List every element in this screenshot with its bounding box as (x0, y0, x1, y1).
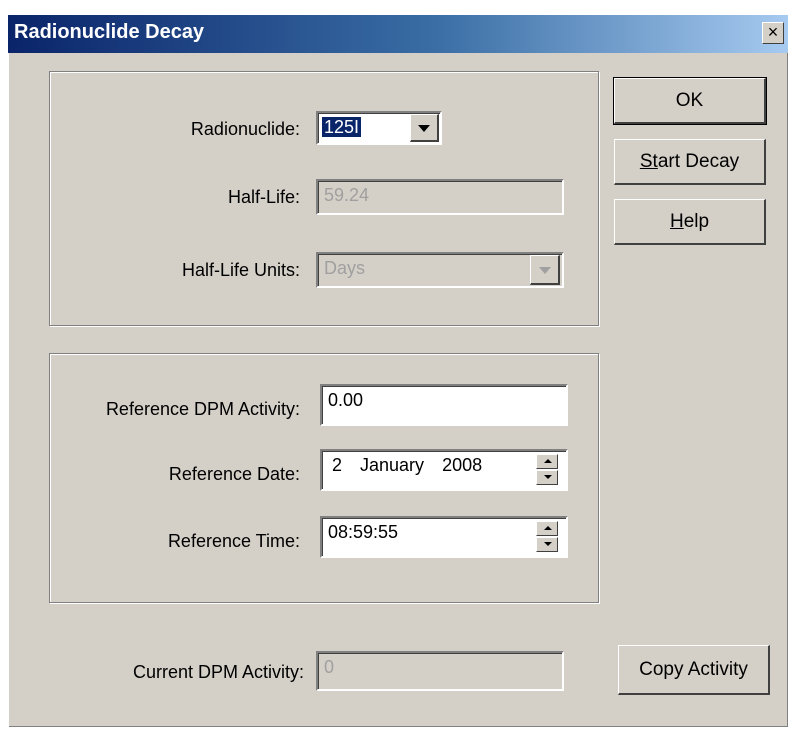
reference-date-year[interactable]: 2008 (442, 455, 482, 475)
half-life-field: 59.24 (316, 179, 564, 215)
reference-activity-label: Reference DPM Activity: (105, 399, 300, 419)
chevron-down-icon (538, 266, 551, 274)
start-decay-button[interactable]: Start Decay (614, 139, 766, 185)
spin-up-icon[interactable] (536, 454, 558, 469)
help-button[interactable]: Help (614, 199, 766, 245)
reference-time-input[interactable]: 08:59:55 (320, 516, 568, 558)
radionuclide-label: Radionuclide: (190, 119, 300, 139)
half-life-label: Half-Life: (227, 187, 300, 207)
reference-date-label: Reference Date: (168, 464, 300, 484)
dialog-title: Radionuclide Decay (14, 21, 205, 43)
spin-down-icon[interactable] (536, 470, 558, 485)
reference-date-day[interactable]: 2 (332, 455, 342, 476)
ok-button[interactable]: OK (613, 77, 767, 125)
copy-activity-button[interactable]: Copy Activity (618, 645, 770, 695)
reference-time-label: Reference Time: (167, 531, 300, 551)
spin-down-icon[interactable] (536, 537, 558, 552)
spin-up-icon[interactable] (536, 521, 558, 536)
reference-time-spinner[interactable] (536, 521, 558, 553)
half-life-units-label: Half-Life Units: (181, 260, 300, 280)
start-decay-label: Start Decay (639, 150, 740, 172)
close-button[interactable]: × (762, 22, 784, 44)
radionuclide-dropdown-button[interactable] (410, 114, 439, 142)
chevron-down-icon (418, 124, 430, 132)
radionuclide-decay-dialog: Radionuclide Decay × Radionuclide: 125I … (8, 15, 788, 727)
title-bar[interactable]: Radionuclide Decay × (8, 15, 788, 53)
half-life-units-select: Days (316, 252, 564, 288)
reference-date-spinner[interactable] (536, 454, 558, 486)
reference-date-picker[interactable]: 2 January 2008 (320, 449, 568, 491)
copy-activity-label: Copy Activity (639, 658, 748, 680)
half-life-units-dropdown-button (530, 255, 560, 285)
help-label: Help (669, 210, 710, 232)
current-activity-label: Current DPM Activity: (132, 662, 304, 682)
reference-date-month[interactable]: January (360, 455, 424, 476)
current-activity-field: 0 (316, 651, 564, 691)
radionuclide-selected-value: 125I (322, 117, 362, 137)
reference-activity-input[interactable]: 0.00 (320, 384, 568, 426)
ok-button-label: OK (675, 89, 704, 111)
